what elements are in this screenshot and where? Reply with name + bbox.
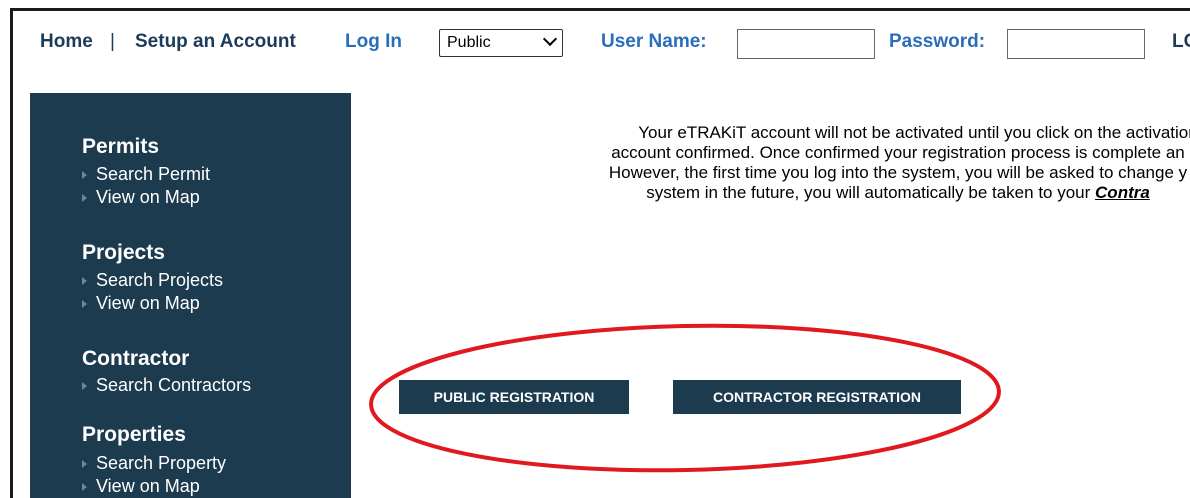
- bullet-arrow-icon: [82, 382, 87, 391]
- top-navigation: Home | Setup an Account Log In Public Us…: [13, 11, 1190, 71]
- bullet-arrow-icon: [82, 300, 87, 309]
- contractor-registration-button[interactable]: CONTRACTOR REGISTRATION: [673, 380, 961, 414]
- message-line: system in the future, you will automatic…: [646, 183, 1150, 202]
- sidebar-section-projects: Projects: [82, 241, 165, 264]
- sidebar-section-properties: Properties: [82, 423, 186, 446]
- sidebar-item-search-permit[interactable]: Search Permit: [82, 164, 210, 185]
- sidebar-item-search-property[interactable]: Search Property: [82, 453, 226, 474]
- public-registration-button[interactable]: PUBLIC REGISTRATION: [399, 380, 629, 414]
- bullet-arrow-icon: [82, 171, 87, 180]
- message-line: However, the first time you log into the…: [608, 163, 1188, 182]
- password-input[interactable]: [1007, 29, 1145, 59]
- password-label: Password:: [889, 31, 986, 52]
- message-line: account confirmed. Once confirmed your r…: [611, 143, 1185, 162]
- login-button-cutoff[interactable]: LC: [1172, 31, 1190, 53]
- bullet-arrow-icon: [82, 483, 87, 492]
- sidebar-section-permits: Permits: [82, 135, 160, 158]
- bullet-arrow-icon: [82, 460, 87, 469]
- sidebar-item-permit-map[interactable]: View on Map: [82, 187, 200, 208]
- sidebar-item-search-contractors[interactable]: Search Contractors: [82, 375, 251, 396]
- username-label: User Name:: [601, 31, 707, 52]
- activation-message: Your eTRAKiT account will not be activat…: [398, 123, 1190, 203]
- nav-setup-account-link[interactable]: Setup an Account: [135, 31, 296, 53]
- message-line: Your eTRAKiT account will not be activat…: [638, 123, 1190, 142]
- bullet-arrow-icon: [82, 194, 87, 203]
- login-type-select[interactable]: Public: [439, 29, 563, 57]
- chevron-down-icon: [542, 31, 558, 47]
- nav-separator: |: [110, 31, 115, 52]
- browser-frame: Home | Setup an Account Log In Public Us…: [10, 8, 1190, 498]
- sidebar-item-project-map[interactable]: View on Map: [82, 293, 200, 314]
- sidebar-section-contractor: Contractor: [82, 347, 190, 370]
- login-label: Log In: [345, 31, 402, 52]
- username-input[interactable]: [737, 29, 875, 59]
- login-type-selected: Public: [447, 34, 491, 51]
- bullet-arrow-icon: [82, 277, 87, 286]
- contractor-portal-link[interactable]: Contra: [1095, 183, 1150, 202]
- sidebar-item-search-projects[interactable]: Search Projects: [82, 270, 223, 291]
- nav-home-link[interactable]: Home: [40, 31, 93, 53]
- sidebar-item-property-map[interactable]: View on Map: [82, 476, 200, 497]
- sidebar: Permits Search Permit View on Map Projec…: [30, 93, 351, 498]
